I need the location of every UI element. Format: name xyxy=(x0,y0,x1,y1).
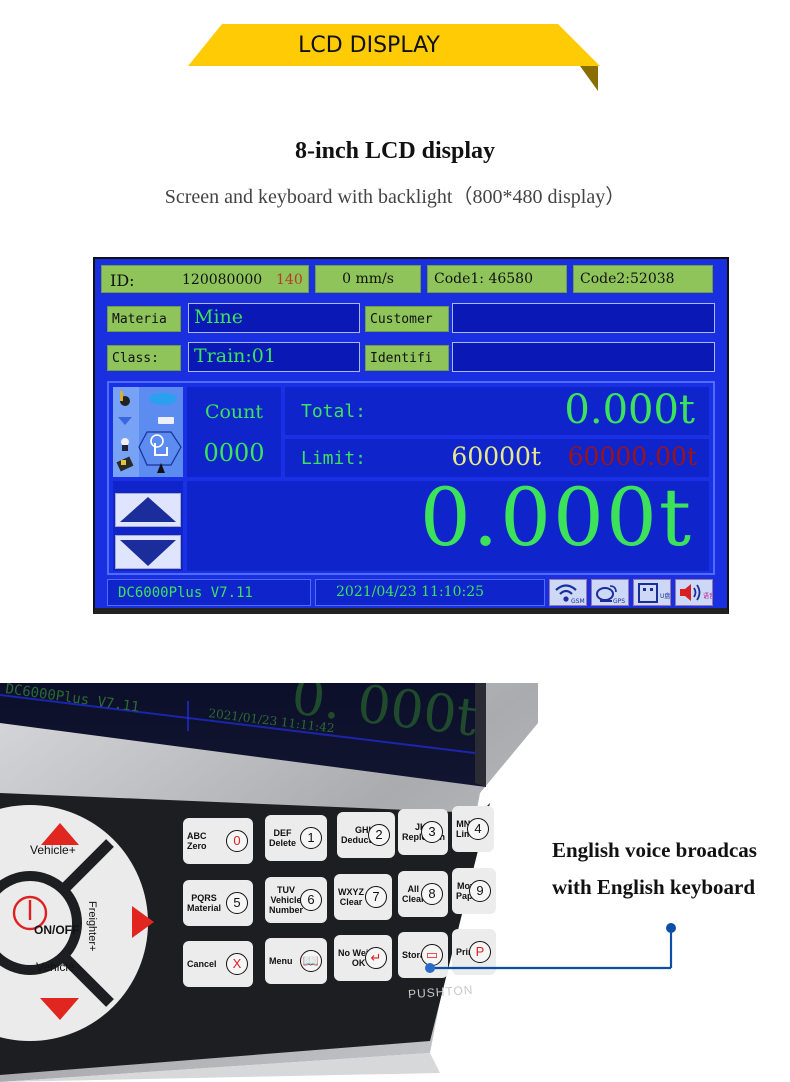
voice-callout: English voice broadcas with English keyb… xyxy=(552,832,757,906)
callout-dot-key xyxy=(425,963,435,973)
callout-line-2: with English keyboard xyxy=(552,875,756,899)
callout-dot-top xyxy=(666,923,676,933)
callout-connector xyxy=(425,923,676,973)
callout-line-1: English voice broadcas xyxy=(552,838,757,862)
